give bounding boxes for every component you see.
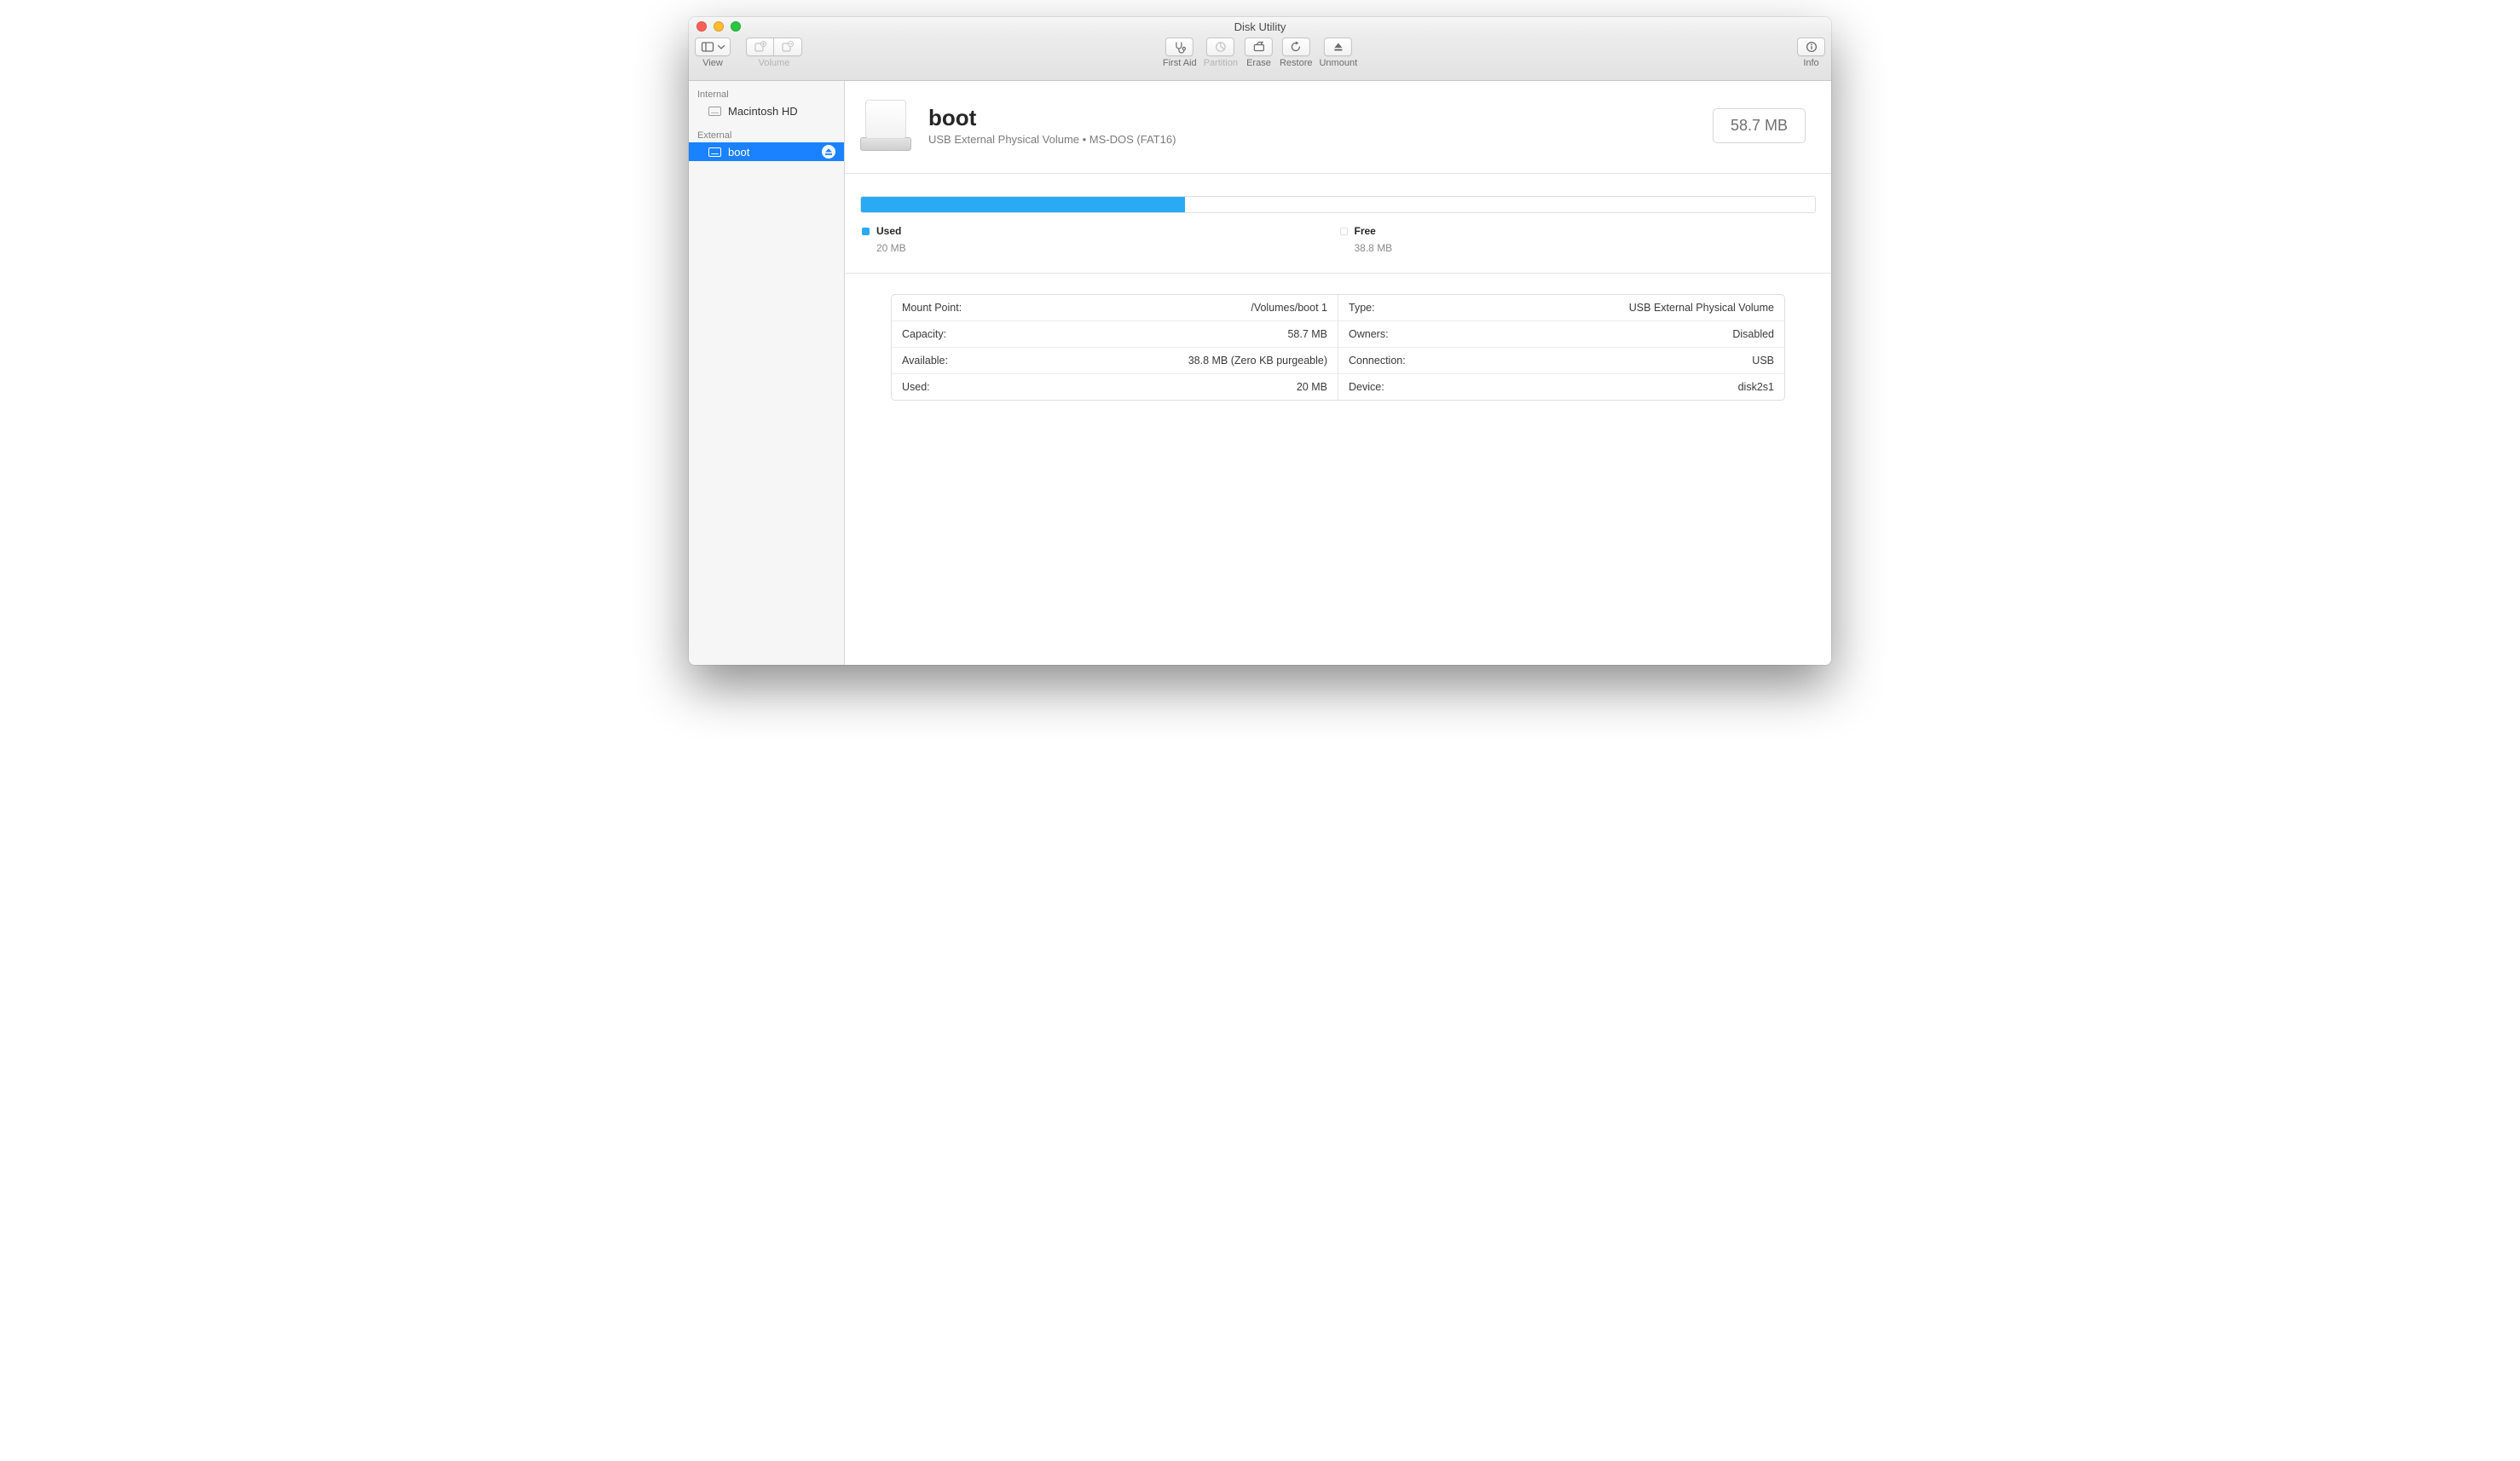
detail-row: Device:disk2s1 — [1338, 374, 1784, 400]
detail-row: Used:20 MB — [892, 374, 1338, 400]
sidebar-item-macintosh-hd[interactable]: Macintosh HD — [689, 101, 844, 120]
detail-row: Mount Point:/Volumes/boot 1 — [892, 295, 1338, 321]
used-value: 20 MB — [862, 242, 1338, 254]
usage-bar-fill — [861, 197, 1185, 212]
details-col-left: Mount Point:/Volumes/boot 1 Capacity:58.… — [892, 295, 1338, 400]
usage-legend-free: Free 38.8 MB — [1338, 225, 1817, 254]
sidebar: Internal Macintosh HD External boot — [689, 81, 845, 665]
partition-button — [1206, 38, 1234, 56]
info-button[interactable] — [1797, 38, 1825, 56]
view-label: View — [702, 58, 723, 68]
disk-utility-window: Disk Utility View Volume — [689, 17, 1831, 665]
volume-label: Volume — [759, 58, 790, 68]
detail-row: Owners:Disabled — [1338, 321, 1784, 348]
used-swatch — [862, 228, 870, 235]
external-disk-icon — [708, 145, 721, 159]
details-section: Mount Point:/Volumes/boot 1 Capacity:58.… — [845, 274, 1831, 421]
erase-label: Erase — [1246, 58, 1271, 68]
sidebar-item-label: boot — [728, 146, 749, 159]
details-col-right: Type:USB External Physical Volume Owners… — [1338, 295, 1784, 400]
erase-button[interactable] — [1245, 38, 1273, 56]
window-title: Disk Utility — [689, 20, 1831, 33]
detail-row: Type:USB External Physical Volume — [1338, 295, 1784, 321]
main-panel: boot USB External Physical Volume • MS-D… — [845, 81, 1831, 665]
volume-size-badge: 58.7 MB — [1713, 108, 1806, 143]
details-card: Mount Point:/Volumes/boot 1 Capacity:58.… — [891, 294, 1785, 401]
eject-icon — [1332, 40, 1345, 54]
volume-add-button — [746, 38, 774, 56]
usage-legend-used: Used 20 MB — [860, 225, 1338, 254]
eject-button[interactable] — [822, 145, 835, 159]
detail-row: Capacity:58.7 MB — [892, 321, 1338, 348]
volume-subtitle: USB External Physical Volume • MS-DOS (F… — [928, 133, 1176, 146]
restore-label: Restore — [1280, 58, 1313, 68]
view-menu-button[interactable] — [695, 38, 731, 56]
stethoscope-icon — [1173, 40, 1187, 54]
restore-button[interactable] — [1282, 38, 1310, 56]
detail-row: Connection:USB — [1338, 348, 1784, 374]
sidebar-icon — [701, 40, 714, 54]
content-area: Internal Macintosh HD External boot — [689, 81, 1831, 665]
chevron-down-icon — [718, 45, 725, 49]
erase-icon — [1251, 40, 1265, 54]
titlebar: Disk Utility — [689, 17, 1831, 36]
info-label: Info — [1803, 58, 1818, 68]
sidebar-header-internal: Internal — [689, 86, 844, 101]
restore-icon — [1289, 40, 1303, 54]
volume-remove-icon — [781, 40, 795, 54]
volume-remove-button — [774, 38, 802, 56]
detail-row: Available:38.8 MB (Zero KB purgeable) — [892, 348, 1338, 374]
info-icon — [1805, 40, 1818, 54]
unmount-button[interactable] — [1324, 38, 1352, 56]
free-swatch — [1340, 228, 1348, 235]
sidebar-item-boot[interactable]: boot — [689, 142, 844, 161]
first-aid-label: First Aid — [1163, 58, 1197, 68]
eject-icon — [824, 147, 833, 156]
unmount-label: Unmount — [1319, 58, 1357, 68]
volume-name: boot — [928, 105, 1176, 131]
free-value: 38.8 MB — [1340, 242, 1817, 254]
volume-icon — [860, 100, 911, 151]
volume-add-icon — [754, 40, 767, 54]
usage-section: Used 20 MB Free 38.8 MB — [845, 174, 1831, 274]
first-aid-button[interactable] — [1165, 38, 1194, 56]
volume-header: boot USB External Physical Volume • MS-D… — [845, 81, 1831, 174]
used-label: Used — [876, 225, 901, 237]
toolbar: View Volume First Aid — [689, 36, 1831, 81]
partition-label: Partition — [1204, 58, 1238, 68]
internal-disk-icon — [708, 104, 721, 118]
usage-bar — [860, 196, 1816, 213]
sidebar-item-label: Macintosh HD — [728, 105, 798, 118]
sidebar-header-external: External — [689, 127, 844, 142]
pie-icon — [1214, 40, 1228, 54]
free-label: Free — [1355, 225, 1376, 237]
